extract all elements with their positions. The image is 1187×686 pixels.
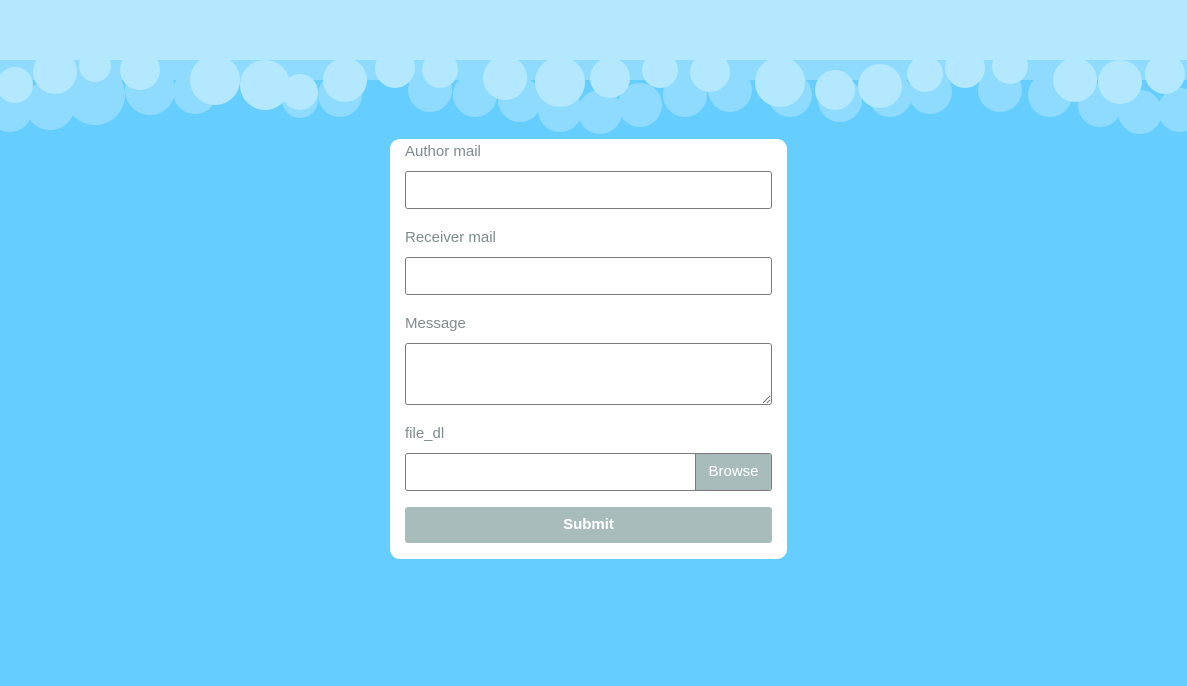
author-mail-label: Author mail bbox=[405, 143, 481, 160]
author-mail-input[interactable] bbox=[405, 171, 772, 209]
file-dl-label: file_dl bbox=[405, 425, 445, 442]
message-label: Message bbox=[405, 315, 466, 332]
browse-button[interactable]: Browse bbox=[695, 454, 771, 490]
page: Author mail Receiver mail Message file_d… bbox=[0, 0, 1187, 686]
receiver-mail-label: Receiver mail bbox=[405, 229, 496, 246]
clouds-decoration bbox=[0, 0, 1187, 134]
mail-form-card: Author mail Receiver mail Message file_d… bbox=[390, 139, 787, 559]
receiver-mail-input[interactable] bbox=[405, 257, 772, 295]
file-name-display[interactable] bbox=[406, 454, 696, 490]
submit-button[interactable]: Submit bbox=[405, 507, 772, 543]
file-upload-field[interactable]: Browse bbox=[405, 453, 772, 491]
message-textarea[interactable] bbox=[405, 343, 772, 405]
